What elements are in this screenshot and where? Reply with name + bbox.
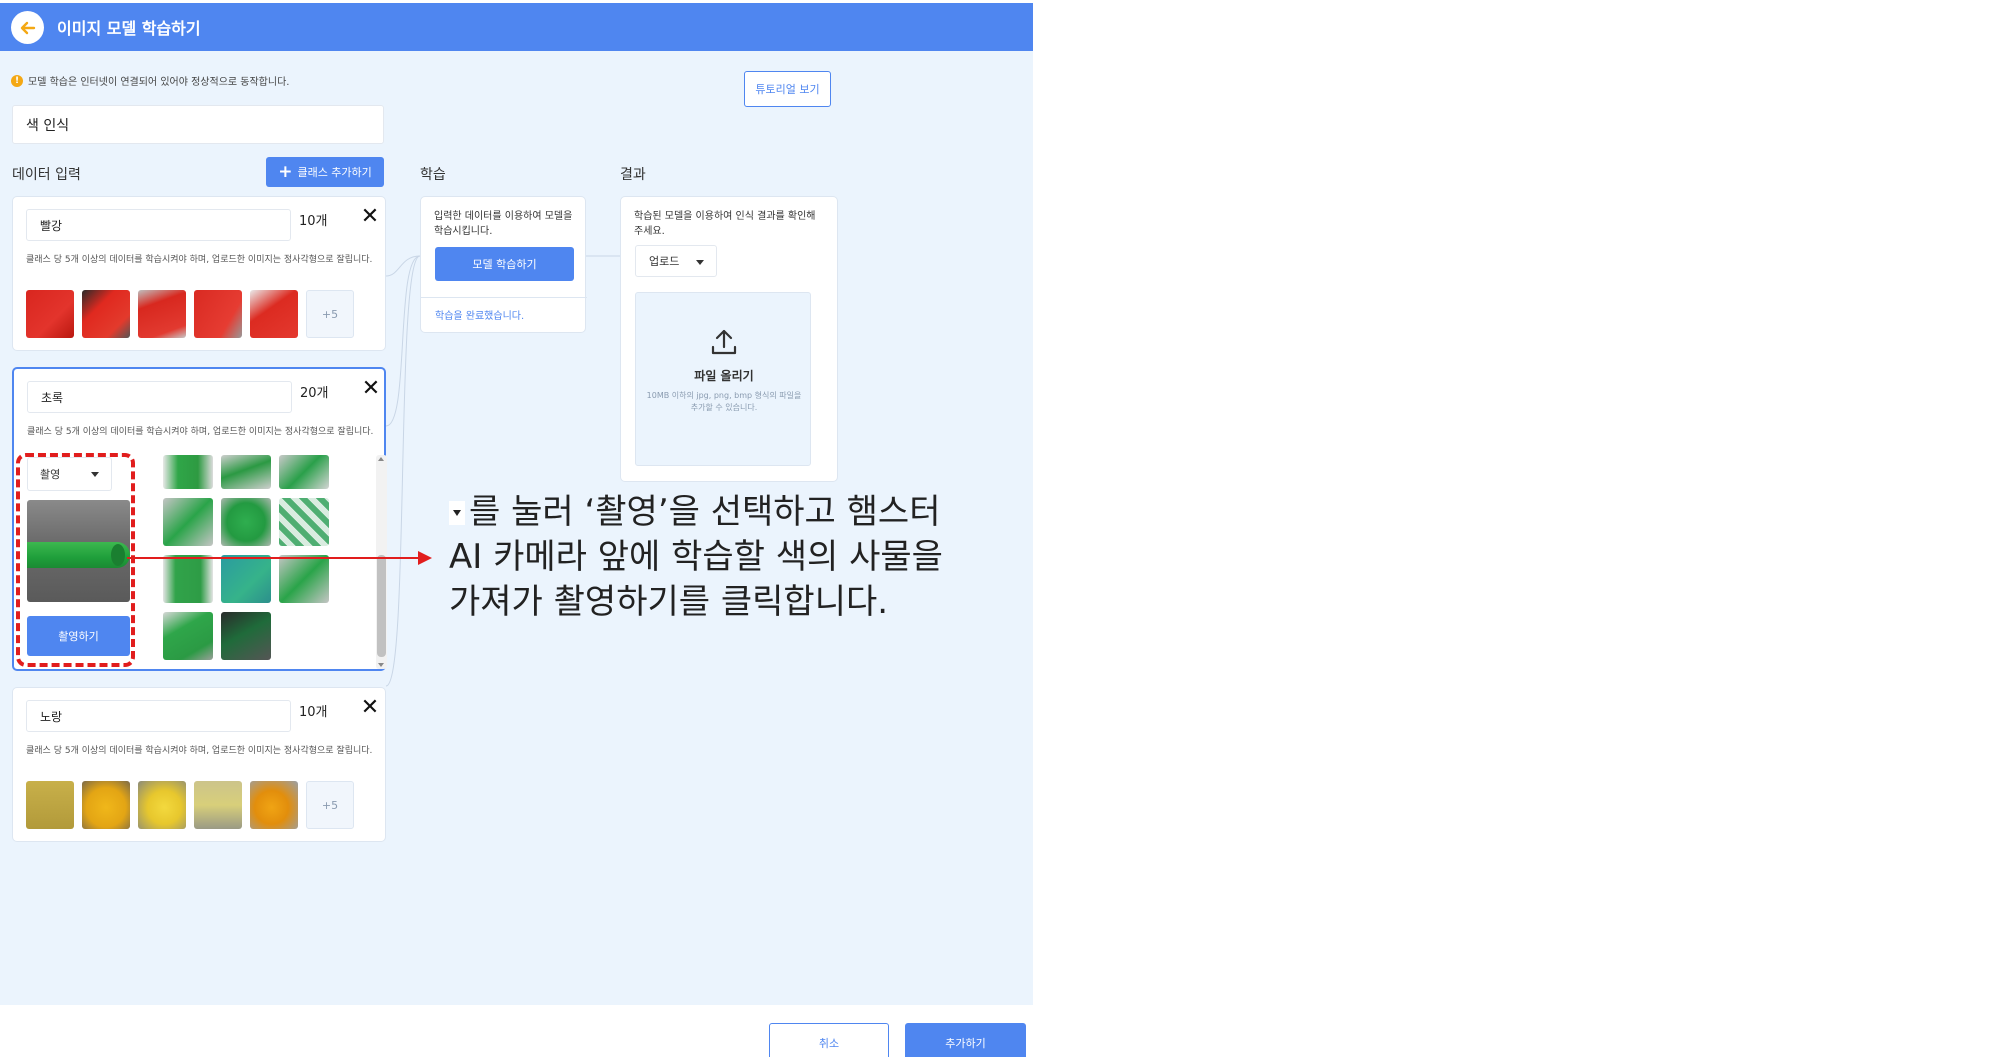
back-arrow-icon bbox=[20, 21, 35, 34]
sample-image[interactable] bbox=[138, 290, 186, 338]
chevron-down-icon bbox=[91, 472, 99, 477]
sample-image[interactable] bbox=[279, 455, 329, 489]
image-grid-scrollbar[interactable] bbox=[376, 455, 387, 669]
thumbnail-row: +5 bbox=[26, 781, 354, 829]
capture-button[interactable]: 촬영하기 bbox=[27, 616, 130, 656]
result-card: 학습된 모델을 이용하여 인식 결과를 확인해주세요. 업로드 파일 올리기 1… bbox=[620, 196, 838, 482]
input-mode-value: 업로드 bbox=[649, 255, 680, 268]
sample-image[interactable] bbox=[194, 290, 242, 338]
sample-image[interactable] bbox=[26, 781, 74, 829]
sample-image[interactable] bbox=[163, 498, 213, 546]
class-name-input[interactable]: 빨강 bbox=[26, 209, 291, 241]
class-hint: 클래스 당 5개 이상의 데이터를 학습시켜야 하며, 업로드한 이미지는 정사… bbox=[26, 255, 373, 265]
camera-preview bbox=[27, 500, 130, 602]
add-button[interactable]: 추가하기 bbox=[905, 1023, 1026, 1057]
input-mode-dropdown[interactable]: 업로드 bbox=[635, 245, 717, 277]
sample-image[interactable] bbox=[250, 781, 298, 829]
sample-image[interactable] bbox=[163, 612, 213, 660]
instruction-line-2: AI 카메라 앞에 학습할 색의 사물을 bbox=[449, 537, 943, 577]
scroll-thumb[interactable] bbox=[377, 555, 386, 657]
sample-image[interactable] bbox=[221, 612, 271, 660]
more-images-badge[interactable]: +5 bbox=[306, 290, 354, 338]
page-title: 이미지 모델 학습하기 bbox=[57, 19, 201, 38]
instruction-line-3: 가져가 촬영하기를 클릭합니다. bbox=[449, 582, 889, 622]
footer-bar: 취소 추가하기 bbox=[0, 1005, 1033, 1057]
sample-image[interactable] bbox=[279, 555, 329, 603]
class-card-green: 초록 20개 ✕ 클래스 당 5개 이상의 데이터를 학습시켜야 하며, 업로드… bbox=[12, 367, 387, 671]
sample-image[interactable] bbox=[221, 555, 271, 603]
sample-image[interactable] bbox=[221, 455, 271, 489]
instruction-text: 를 눌러 ‘촬영’을 선택하고 햄스터 AI 카메라 앞에 학습할 색의 사물을… bbox=[449, 490, 1009, 625]
result-description: 학습된 모델을 이용하여 인식 결과를 확인해주세요. bbox=[634, 211, 816, 237]
sample-image[interactable] bbox=[163, 555, 213, 603]
sample-image[interactable] bbox=[194, 781, 242, 829]
dropdown-caret-icon bbox=[449, 501, 465, 525]
training-status: 학습을 완료했습니다. bbox=[435, 311, 525, 322]
more-images-badge[interactable]: +5 bbox=[306, 781, 354, 829]
class-card-red: 빨강 10개 ✕ 클래스 당 5개 이상의 데이터를 학습시켜야 하며, 업로드… bbox=[12, 196, 386, 351]
delete-class-icon[interactable]: ✕ bbox=[358, 205, 382, 229]
training-card: 입력한 데이터를 이용하여 모델을 학습시킵니다. 모델 학습하기 학습을 완료… bbox=[420, 196, 587, 333]
train-model-button[interactable]: 모델 학습하기 bbox=[435, 247, 574, 281]
sample-image[interactable] bbox=[163, 455, 213, 489]
class-count: 20개 bbox=[300, 386, 329, 401]
sample-image[interactable] bbox=[221, 498, 271, 546]
captured-image-grid bbox=[163, 455, 363, 660]
divider bbox=[421, 297, 587, 298]
back-button[interactable] bbox=[11, 11, 44, 44]
class-hint: 클래스 당 5개 이상의 데이터를 학습시켜야 하며, 업로드한 이미지는 정사… bbox=[26, 746, 373, 756]
cancel-button[interactable]: 취소 bbox=[769, 1023, 889, 1057]
instruction-line-1: 를 눌러 ‘촬영’을 선택하고 햄스터 bbox=[449, 490, 1009, 535]
scroll-down-icon[interactable] bbox=[378, 663, 384, 667]
sample-image[interactable] bbox=[279, 498, 329, 546]
scroll-up-icon[interactable] bbox=[378, 457, 384, 461]
delete-class-icon[interactable]: ✕ bbox=[359, 377, 383, 401]
class-card-yellow: 노랑 10개 ✕ 클래스 당 5개 이상의 데이터를 학습시켜야 하며, 업로드… bbox=[12, 687, 386, 842]
class-count: 10개 bbox=[299, 705, 328, 720]
class-name-input[interactable]: 초록 bbox=[27, 381, 292, 413]
sample-image[interactable] bbox=[82, 781, 130, 829]
camera-object-end bbox=[111, 544, 125, 566]
upload-title: 파일 올리기 bbox=[694, 369, 754, 383]
chevron-down-icon bbox=[696, 260, 704, 265]
app-root: 이미지 모델 학습하기 ! 모델 학습은 인터넷이 연결되어 있어야 정상적으로… bbox=[0, 0, 2000, 1057]
upload-icon bbox=[711, 329, 737, 355]
capture-mode-value: 촬영 bbox=[40, 468, 61, 481]
upload-description: 10MB 이하의 jpg, png, bmp 형식의 파일을 추가할 수 있습니… bbox=[646, 391, 802, 412]
sample-image[interactable] bbox=[82, 290, 130, 338]
thumbnail-row: +5 bbox=[26, 290, 354, 338]
header-bar: 이미지 모델 학습하기 bbox=[0, 3, 1033, 51]
delete-class-icon[interactable]: ✕ bbox=[358, 696, 382, 720]
class-count: 10개 bbox=[299, 214, 328, 229]
class-hint: 클래스 당 5개 이상의 데이터를 학습시켜야 하며, 업로드한 이미지는 정사… bbox=[27, 427, 374, 437]
sample-image[interactable] bbox=[138, 781, 186, 829]
sample-image[interactable] bbox=[26, 290, 74, 338]
class-name-input[interactable]: 노랑 bbox=[26, 700, 291, 732]
sample-image[interactable] bbox=[250, 290, 298, 338]
capture-mode-dropdown[interactable]: 촬영 bbox=[27, 457, 112, 491]
file-upload-area[interactable]: 파일 올리기 10MB 이하의 jpg, png, bmp 형식의 파일을 추가… bbox=[635, 292, 811, 466]
training-description: 입력한 데이터를 이용하여 모델을 학습시킵니다. bbox=[434, 211, 573, 237]
